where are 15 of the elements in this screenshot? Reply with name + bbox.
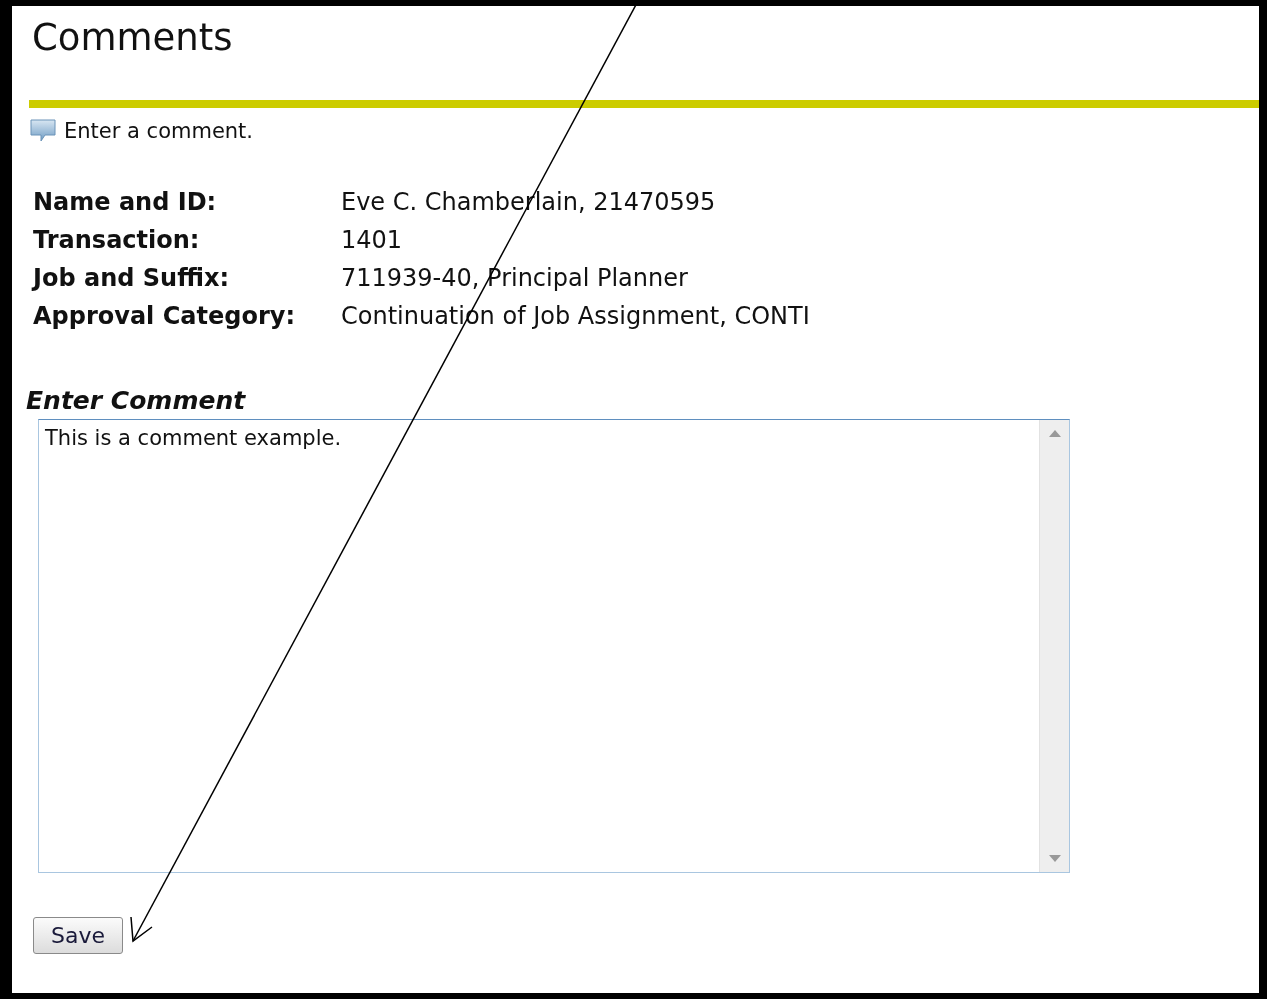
scrollbar[interactable] — [1039, 420, 1069, 873]
field-value: 1401 — [341, 226, 404, 255]
page-title: Comments — [32, 16, 233, 61]
comment-field[interactable]: This is a comment example. — [38, 419, 1070, 874]
field-label: Name and ID: — [33, 188, 218, 217]
save-button[interactable]: Save — [33, 917, 123, 955]
field-label: Job and Suffix: — [33, 264, 230, 293]
field-value: 711939-40, Principal Planner — [341, 264, 689, 293]
instruction-text: Enter a comment. — [64, 119, 254, 144]
scroll-up-icon[interactable] — [1048, 430, 1061, 438]
scroll-down-icon[interactable] — [1048, 855, 1061, 863]
field-label: Approval Category: — [33, 302, 296, 331]
speech-bubble-icon — [30, 119, 56, 144]
field-label: Transaction: — [33, 226, 201, 255]
comment-label: Enter Comment — [26, 386, 246, 416]
